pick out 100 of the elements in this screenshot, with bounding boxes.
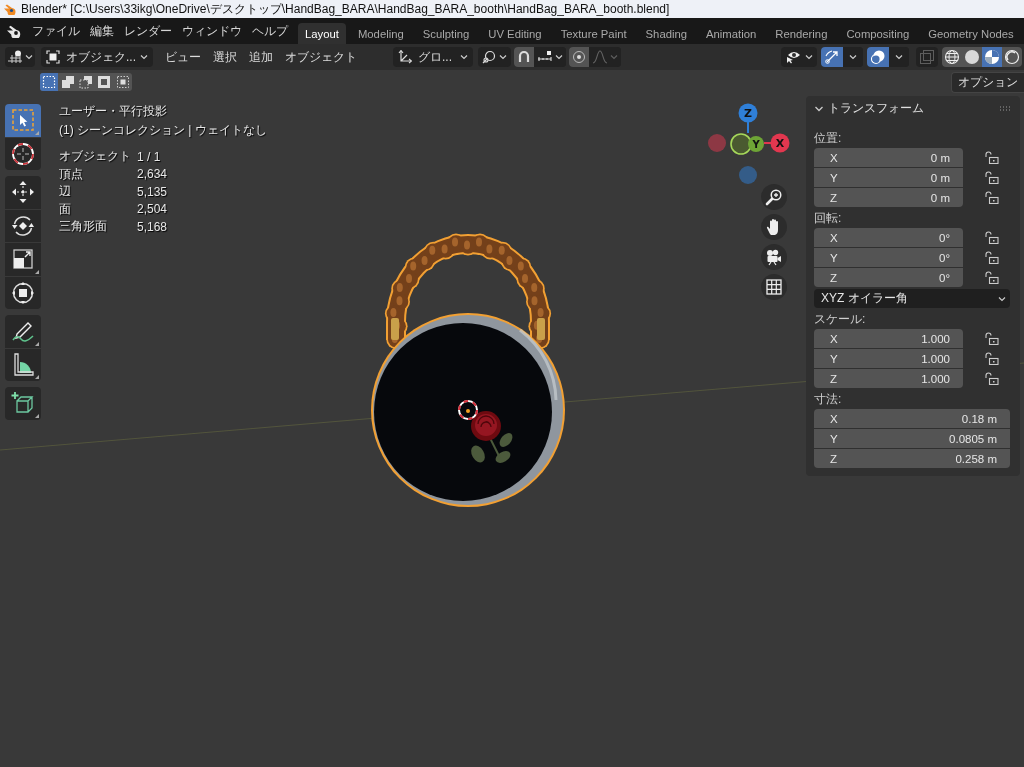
transform-tool-button[interactable] [5, 276, 41, 309]
app-logo-icon[interactable] [6, 24, 22, 38]
zoom-button[interactable] [761, 184, 787, 210]
camera-view-button[interactable] [761, 244, 787, 270]
number-field[interactable]: Y 0.0805 m [814, 429, 1010, 448]
unlocked-padlock-icon[interactable] [985, 171, 999, 184]
workspace-tab[interactable]: Rendering [768, 23, 835, 44]
mode-dropdown[interactable]: オブジェク... [41, 47, 153, 67]
proportional-edit-toggle[interactable] [569, 47, 589, 67]
workspace-tab[interactable]: Shading [638, 23, 695, 44]
unlocked-padlock-icon[interactable] [985, 332, 999, 345]
menu-item[interactable]: 追加 [243, 47, 279, 67]
select-box-icon [11, 108, 35, 133]
scale-squares-icon [11, 247, 35, 272]
negative-x-axis-handle[interactable] [708, 134, 726, 152]
overlay-toggle[interactable] [867, 47, 889, 67]
caret-icon [610, 54, 618, 60]
unlocked-padlock-icon[interactable] [985, 372, 999, 385]
workspace-tab[interactable]: Animation [699, 23, 764, 44]
number-field[interactable]: Z 1.000 [814, 369, 963, 388]
orientation-dropdown[interactable]: グロ... [393, 47, 473, 67]
ortho-toggle-button[interactable] [761, 274, 787, 300]
unlocked-padlock-icon[interactable] [985, 352, 999, 365]
workspace-tab[interactable]: Compositing [839, 23, 917, 44]
select-tool-button[interactable] [5, 104, 41, 137]
ruler-icon [11, 352, 35, 377]
stat-label: 頂点 [59, 166, 83, 181]
scene-cursor-icon[interactable] [458, 400, 478, 420]
section-label: 位置: [814, 131, 842, 145]
scale-tool-button[interactable] [5, 243, 41, 276]
number-field[interactable]: X 0 m [814, 148, 963, 167]
rendered-shading-button[interactable] [1002, 47, 1022, 67]
notched-square-icon [78, 75, 93, 89]
snap-toggle[interactable] [514, 47, 534, 67]
visibility-dropdown[interactable] [781, 47, 817, 67]
number-field[interactable]: Z 0° [814, 268, 963, 287]
number-field[interactable]: X 0° [814, 228, 963, 247]
select-new-button[interactable] [40, 73, 59, 91]
pan-button[interactable] [761, 214, 787, 240]
bell-curve-icon [592, 50, 608, 64]
workspace-tab[interactable]: Geometry Nodes [921, 23, 1021, 44]
y-axis-handle[interactable]: Y [748, 136, 764, 152]
circle-dot-icon [572, 50, 586, 64]
grip-dots-icon[interactable] [999, 106, 1012, 111]
unlocked-padlock-icon[interactable] [985, 151, 999, 164]
menu-item[interactable]: オブジェクト [279, 47, 363, 67]
caret-icon [140, 54, 148, 60]
menu-item[interactable]: ファイル [27, 21, 85, 41]
unlocked-padlock-icon[interactable] [985, 251, 999, 264]
rotation-mode-dropdown[interactable]: XYZ オイラー角 [814, 289, 1010, 308]
dashed-square-icon [42, 75, 57, 89]
rotate-tool-button[interactable] [5, 209, 41, 242]
workspace-tab[interactable]: Texture Paint [553, 23, 634, 44]
measure-tool-button[interactable] [5, 348, 41, 381]
menu-item[interactable]: 編集 [85, 21, 119, 41]
menu-item[interactable]: ビュー [159, 47, 207, 67]
annotate-tool-button[interactable] [5, 315, 41, 348]
number-field[interactable]: Y 0° [814, 248, 963, 267]
app-logo-icon [3, 3, 17, 15]
rendered-sphere-icon [1004, 49, 1020, 65]
crosshair-circle-icon [11, 141, 35, 166]
number-field[interactable]: Z 0 m [814, 188, 963, 207]
number-field[interactable]: Y 0 m [814, 168, 963, 187]
unlocked-padlock-icon[interactable] [985, 191, 999, 204]
grid-sphere-icon [7, 50, 23, 64]
cursor-tool-button[interactable] [5, 137, 41, 170]
unlocked-padlock-icon[interactable] [985, 271, 999, 284]
options-dropdown[interactable]: オプション [951, 72, 1024, 93]
magnet-icon [517, 50, 531, 64]
number-field[interactable]: Z 0.258 m [814, 449, 1010, 468]
material-sphere-icon [984, 49, 1000, 65]
menu-item[interactable]: ヘルプ [247, 21, 293, 41]
magnifier-plus-icon [765, 188, 783, 206]
pivot-dropdown[interactable] [478, 47, 511, 67]
number-field[interactable]: Y 1.000 [814, 349, 963, 368]
workspace-tab[interactable]: UV Editing [481, 23, 549, 44]
number-field[interactable]: X 0.18 m [814, 409, 1010, 428]
workspace-tab[interactable]: Sculpting [415, 23, 477, 44]
wireframe-sphere-icon [944, 49, 960, 65]
negative-z-axis-handle[interactable] [739, 166, 757, 184]
workspace-tab[interactable]: Layout [298, 23, 346, 44]
view-name: ユーザー・平行投影 [59, 103, 167, 120]
solid-shading-button[interactable] [962, 47, 982, 67]
menu-item[interactable]: 選択 [207, 47, 243, 67]
unlocked-padlock-icon[interactable] [985, 231, 999, 244]
wireframe-shading-button[interactable] [942, 47, 962, 67]
rotate-arrows-icon [11, 213, 35, 238]
gizmo-toggle[interactable] [821, 47, 843, 67]
xray-toggle[interactable] [916, 47, 938, 67]
number-field[interactable]: X 1.000 [814, 329, 963, 348]
negative-y-axis-handle[interactable] [730, 133, 752, 155]
editor-type-button[interactable] [5, 47, 35, 67]
add-cube-tool-button[interactable] [5, 387, 41, 420]
move-tool-button[interactable] [5, 176, 41, 209]
menu-item[interactable]: ウィンドウ [177, 21, 247, 41]
panel-title[interactable]: トランスフォーム [828, 100, 924, 117]
menu-item[interactable]: レンダー [119, 21, 177, 41]
material-shading-button[interactable] [982, 47, 1002, 67]
stat-value: 5,135 [137, 184, 168, 199]
workspace-tab[interactable]: Modeling [350, 23, 411, 44]
